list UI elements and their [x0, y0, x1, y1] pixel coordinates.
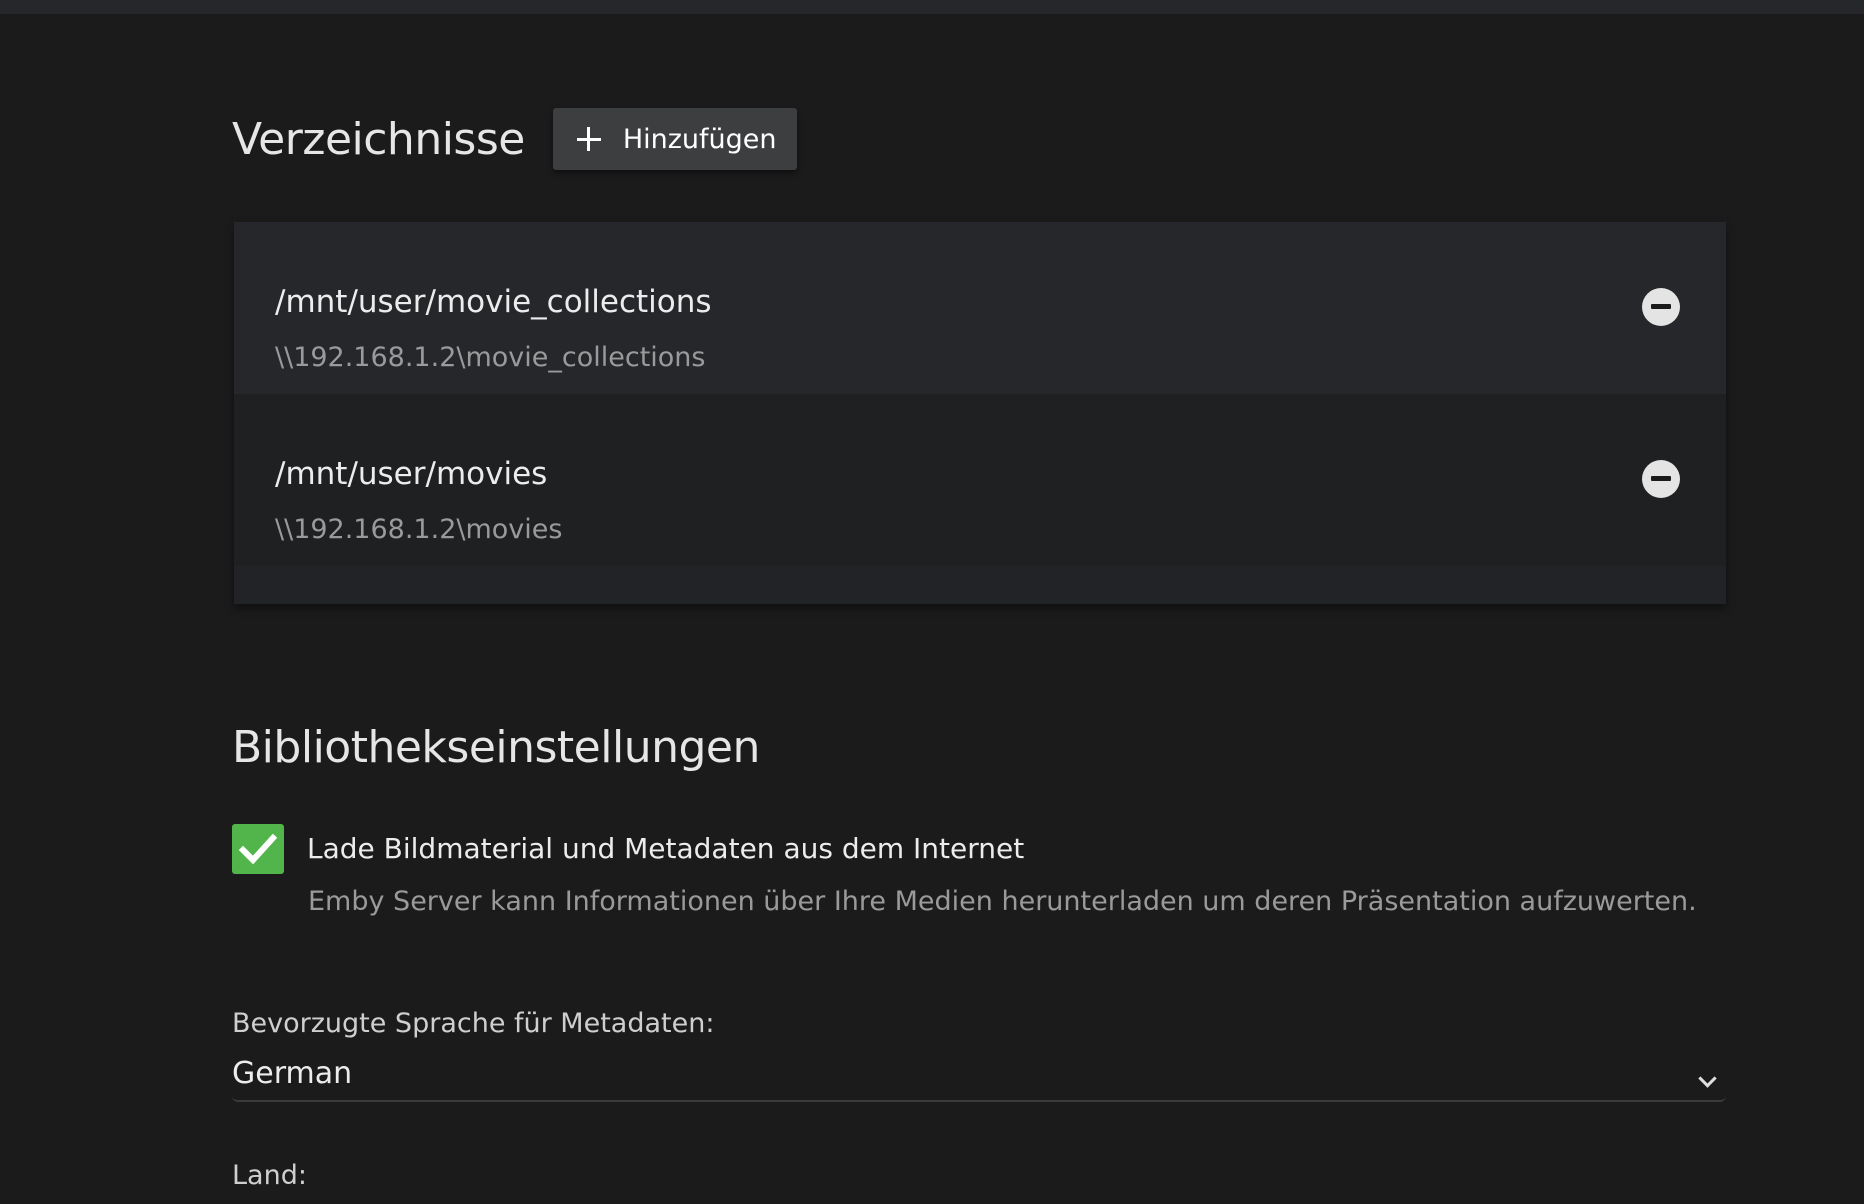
library-settings-title: Bibliothekseinstellungen — [232, 722, 760, 773]
remove-directory-button[interactable] — [1642, 460, 1680, 498]
directories-header: Verzeichnisse Hinzufügen — [232, 108, 797, 170]
minus-circle-icon — [1651, 304, 1671, 309]
directory-path: /mnt/user/movies — [275, 456, 548, 492]
directory-item[interactable]: /mnt/user/movies \\192.168.1.2\movies — [234, 394, 1726, 566]
top-bar — [0, 0, 1864, 14]
check-icon — [238, 833, 278, 865]
add-directory-button[interactable]: Hinzufügen — [552, 108, 797, 170]
directory-path: /mnt/user/movie_collections — [275, 284, 712, 320]
directory-item[interactable]: /mnt/user/movie_collections \\192.168.1.… — [234, 222, 1726, 394]
preferred-language-value: German — [232, 1056, 353, 1091]
directories-title: Verzeichnisse — [232, 113, 525, 165]
plus-icon — [576, 127, 601, 151]
directory-network-path: \\192.168.1.2\movie_collections — [275, 342, 706, 373]
minus-circle-icon — [1651, 476, 1671, 481]
remove-directory-button[interactable] — [1642, 288, 1680, 326]
preferred-language-label: Bevorzugte Sprache für Metadaten: — [232, 1008, 715, 1039]
download-metadata-description: Emby Server kann Informationen über Ihre… — [308, 886, 1697, 917]
chevron-down-icon — [1698, 1069, 1717, 1088]
directory-list: /mnt/user/movie_collections \\192.168.1.… — [234, 222, 1726, 604]
add-directory-label: Hinzufügen — [622, 123, 777, 155]
preferred-language-select[interactable]: German — [232, 1052, 1726, 1102]
download-metadata-checkbox[interactable] — [232, 824, 284, 874]
country-label: Land: — [232, 1160, 307, 1191]
directory-network-path: \\192.168.1.2\movies — [275, 514, 563, 545]
download-metadata-label: Lade Bildmaterial und Metadaten aus dem … — [307, 832, 1025, 865]
